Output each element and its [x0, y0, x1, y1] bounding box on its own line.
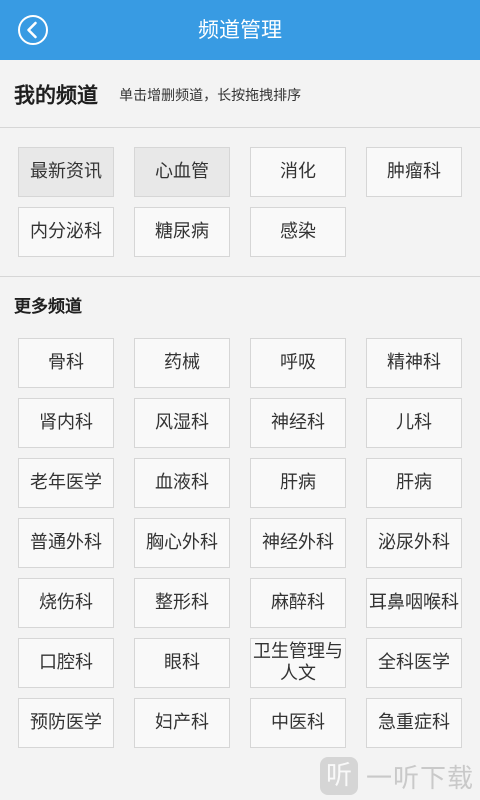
more-channel-tile-label: 预防医学 — [30, 712, 102, 733]
more-channel-tile-label: 儿科 — [396, 412, 432, 433]
more-channel-tile[interactable]: 急重症科 — [366, 698, 462, 748]
more-channel-tile[interactable]: 泌尿外科 — [366, 518, 462, 568]
my-channel-tile[interactable]: 内分泌科 — [18, 207, 114, 257]
more-channels-grid: 骨科 药械 呼吸 精神科肾内科 风湿科 神经科 儿科老年医学 血液科 肝病 肝病普通外科 胸心外科 神… — [18, 338, 462, 748]
more-channel-tile[interactable]: 血液科 — [134, 458, 230, 508]
more-channel-tile-label: 急重症科 — [378, 712, 450, 733]
more-channel-tile[interactable]: 普通外科 — [18, 518, 114, 568]
my-channel-tile[interactable]: 消化 — [250, 147, 346, 197]
watermark-logo-icon: 听 — [320, 757, 358, 795]
more-channel-tile[interactable]: 麻醉科 — [250, 578, 346, 628]
more-channel-tile-label: 神经科 — [271, 412, 325, 433]
back-button[interactable] — [17, 14, 49, 46]
my-channel-tile-label: 糖尿病 — [155, 221, 209, 242]
more-channel-tile[interactable]: 耳鼻咽喉科 — [366, 578, 462, 628]
more-channel-tile[interactable]: 烧伤科 — [18, 578, 114, 628]
my-channel-tile[interactable]: 肿瘤科 — [366, 147, 462, 197]
more-channel-tile[interactable]: 妇产科 — [134, 698, 230, 748]
my-channels-grid: 最新资讯 心血管 消化 肿瘤科内分泌科 糖尿病 感染 — [18, 147, 462, 257]
more-channels-title: 更多频道 — [14, 297, 82, 317]
my-channel-tile-label: 肿瘤科 — [387, 161, 441, 182]
more-channel-tile[interactable]: 神经外科 — [250, 518, 346, 568]
my-channels-title: 我的频道 — [14, 83, 98, 108]
section-divider — [0, 127, 480, 128]
more-channel-tile-label: 整形科 — [155, 592, 209, 613]
more-channel-tile[interactable]: 肝病 — [366, 458, 462, 508]
more-channel-tile[interactable]: 老年医学 — [18, 458, 114, 508]
more-channel-tile-label: 麻醉科 — [271, 592, 325, 613]
my-channel-tile-label: 感染 — [280, 221, 316, 242]
page-title: 频道管理 — [198, 18, 282, 42]
more-channel-tile[interactable]: 预防医学 — [18, 698, 114, 748]
more-channel-tile-label: 药械 — [164, 352, 200, 373]
more-channel-tile[interactable]: 中医科 — [250, 698, 346, 748]
more-channel-tile[interactable]: 整形科 — [134, 578, 230, 628]
more-channel-tile[interactable]: 儿科 — [366, 398, 462, 448]
back-chevron-icon — [18, 15, 48, 45]
more-channel-tile-label: 卫生管理与人文 — [253, 641, 343, 684]
more-channel-tile-label: 呼吸 — [280, 352, 316, 373]
more-channel-tile-label: 泌尿外科 — [378, 532, 450, 553]
more-channel-tile[interactable]: 肝病 — [250, 458, 346, 508]
more-channel-tile[interactable]: 精神科 — [366, 338, 462, 388]
my-channel-tile[interactable]: 感染 — [250, 207, 346, 257]
more-channel-tile-label: 神经外科 — [262, 532, 334, 553]
more-channel-tile-label: 妇产科 — [155, 712, 209, 733]
watermark-text: 一听下载 — [366, 763, 475, 794]
more-channel-tile-label: 老年医学 — [30, 472, 102, 493]
my-channels-header: 我的频道 单击增删频道，长按拖拽排序 — [14, 80, 301, 110]
more-channel-tile[interactable]: 全科医学 — [366, 638, 462, 688]
more-channel-tile-label: 骨科 — [48, 352, 84, 373]
app-header: 频道管理 — [0, 0, 480, 60]
more-channel-tile-label: 烧伤科 — [39, 592, 93, 613]
more-channel-tile-label: 中医科 — [271, 712, 325, 733]
more-channel-tile[interactable]: 卫生管理与人文 — [250, 638, 346, 688]
my-channels-hint: 单击增删频道，长按拖拽排序 — [119, 87, 302, 104]
my-channel-tile-label: 最新资讯 — [30, 161, 102, 182]
more-channel-tile[interactable]: 胸心外科 — [134, 518, 230, 568]
more-channel-tile[interactable]: 骨科 — [18, 338, 114, 388]
my-channel-tile[interactable]: 心血管 — [134, 147, 230, 197]
watermark: 听 一听下载 — [320, 755, 478, 797]
my-channel-tile-label: 内分泌科 — [30, 221, 102, 242]
more-channel-tile-label: 血液科 — [155, 472, 209, 493]
my-channel-tile[interactable]: 糖尿病 — [134, 207, 230, 257]
more-channel-tile-label: 肾内科 — [39, 412, 93, 433]
more-channel-tile[interactable]: 眼科 — [134, 638, 230, 688]
more-channel-tile[interactable]: 风湿科 — [134, 398, 230, 448]
more-channel-tile[interactable]: 神经科 — [250, 398, 346, 448]
more-channel-tile-label: 肝病 — [280, 472, 316, 493]
more-channel-tile-label: 普通外科 — [30, 532, 102, 553]
more-channel-tile-label: 风湿科 — [155, 412, 209, 433]
my-channel-tile[interactable]: 最新资讯 — [18, 147, 114, 197]
more-channel-tile[interactable]: 药械 — [134, 338, 230, 388]
more-channel-tile[interactable]: 肾内科 — [18, 398, 114, 448]
more-channel-tile-label: 全科医学 — [378, 652, 450, 673]
more-channel-tile[interactable]: 口腔科 — [18, 638, 114, 688]
more-channel-tile-label: 耳鼻咽喉科 — [369, 592, 459, 613]
my-channel-tile-label: 心血管 — [155, 161, 209, 182]
my-channel-tile-label: 消化 — [280, 161, 316, 182]
more-channel-tile[interactable]: 呼吸 — [250, 338, 346, 388]
more-channel-tile-label: 口腔科 — [39, 652, 93, 673]
more-channel-tile-label: 胸心外科 — [146, 532, 218, 553]
more-channel-tile-label: 精神科 — [387, 352, 441, 373]
more-channel-tile-label: 眼科 — [164, 652, 200, 673]
section-divider — [0, 276, 480, 277]
more-channel-tile-label: 肝病 — [396, 472, 432, 493]
